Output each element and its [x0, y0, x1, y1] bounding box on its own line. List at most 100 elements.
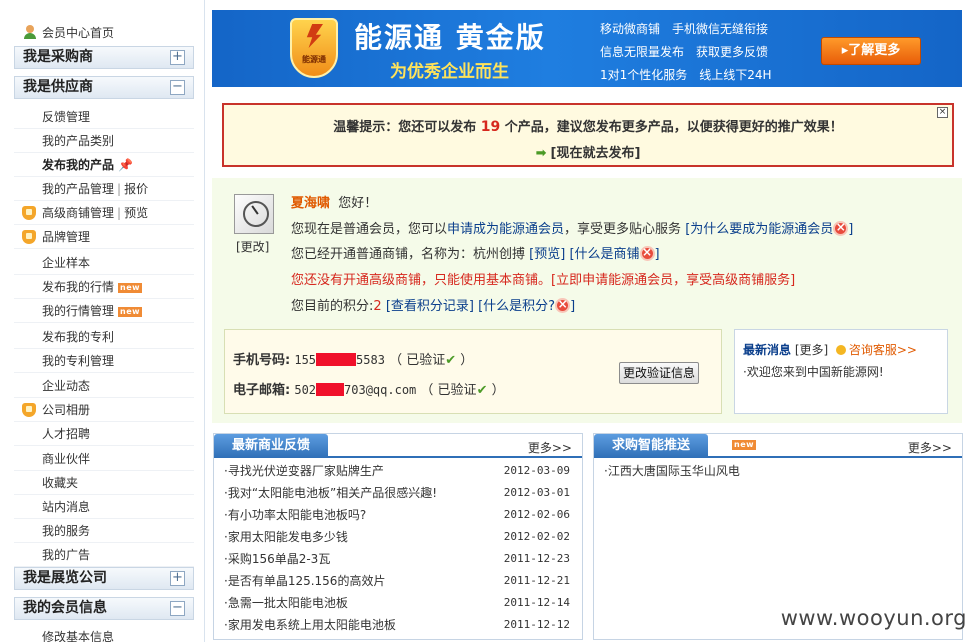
list-item[interactable]: ·我对“太阳能电池板”相关产品很感兴趣! 2012-03-01 [214, 482, 582, 504]
panel-tabbar: 求购智能推送 new 更多>> [594, 434, 962, 458]
close-icon[interactable]: × [937, 107, 948, 118]
contact-verification-box: 手机号码: 155 5583 （ 已验证✔ ） 电子邮箱: 502 703@qq.c… [224, 329, 722, 414]
list-item[interactable]: ·急需一批太阳能电池板 2011-12-14 [214, 592, 582, 614]
gold-edition-banner[interactable]: 能源通 能源通 黄金版 为优秀企业而生 移动微商铺 手机微信无缝衔接 信息无限量… [212, 10, 962, 87]
tab-latest-feedback[interactable]: 最新商业反馈 [214, 434, 329, 458]
products-link[interactable]: 我的产品管理 [42, 182, 114, 196]
sidebar-item-samples[interactable]: 企业样本 [14, 251, 194, 275]
learn-more-button[interactable]: ▸了解更多 [821, 37, 921, 65]
list-item[interactable]: ·有小功率太阳能电池板吗? 2012-02-06 [214, 504, 582, 526]
sidebar-item-label: 站内消息 [42, 500, 91, 514]
apply-member-link[interactable]: 申请成为能源通会员 [447, 222, 564, 237]
check-icon: ✔ [476, 383, 488, 398]
section-supplier[interactable]: 我是供应商 − [14, 76, 194, 99]
sidebar-item-basic-info[interactable]: 修改基本信息 [14, 625, 194, 642]
redaction-mask [316, 353, 357, 366]
list-item-date: 2012-03-09 [503, 464, 570, 477]
list-item-title: ·家用发电系统上用太阳能电池板 [224, 618, 396, 632]
sidebar-item-publish-patent[interactable]: 发布我的专利 [14, 325, 194, 349]
feedback-more-link[interactable]: 更多>> [528, 439, 572, 456]
list-item[interactable]: ·是否有单晶125.156的高效片 2011-12-21 [214, 570, 582, 592]
sidebar-item-company-news[interactable]: 企业动态 [14, 374, 194, 398]
energy-logo-icon [290, 18, 338, 78]
sidebar-item-partners[interactable]: 商业伙伴 [14, 447, 194, 471]
sidebar-item-messages[interactable]: 站内消息 [14, 495, 194, 519]
sidebar-item-publish-market[interactable]: 发布我的行情 new [14, 275, 194, 299]
sidebar-item-my-patent[interactable]: 我的专利管理 [14, 349, 194, 373]
list-item[interactable]: ·寻找光伏逆变器厂家贴牌生产 2012-03-09 [214, 460, 582, 482]
shop-preview-link[interactable]: [预览] [529, 247, 565, 262]
sidebar: 会员中心首页 我是采购商 + 我是供应商 − 反馈管理 我的产品类别 发布我的产… [0, 0, 205, 642]
what-is-shop-link[interactable]: [什么是商铺] [569, 245, 659, 262]
user-name: 夏海啸 [291, 196, 331, 211]
publish-tip-box: 温馨提示：您还可以发布 19 个产品，建议您发布更多产品，以便获得更好的推广效果… [222, 103, 954, 167]
greeting-text: 您好！ [338, 196, 378, 211]
sidebar-item-recruit[interactable]: 人才招聘 [14, 422, 194, 446]
section-supplier-title: 我是供应商 [23, 79, 93, 95]
redaction-mask [316, 383, 345, 396]
list-item-date: 2012-02-06 [503, 508, 570, 521]
collapse-icon[interactable]: − [170, 601, 185, 616]
expand-icon[interactable]: + [170, 50, 185, 65]
sidebar-item-publish-product[interactable]: 发布我的产品 📌 [14, 153, 194, 177]
advanced-shop-link[interactable]: 高级商铺管理 [42, 206, 114, 220]
sidebar-item-label: 我的广告 [42, 548, 91, 562]
points-text: 您目前的积分: [291, 299, 374, 314]
section-buyer[interactable]: 我是采购商 + [14, 46, 194, 69]
sidebar-item-services[interactable]: 我的服务 [14, 519, 194, 543]
membership-tail: ，享受更多贴心服务 [564, 222, 682, 237]
why-member-link[interactable]: [为什么要成为能源通会员] [685, 220, 853, 237]
points-records-link[interactable]: [查看积分记录] [386, 299, 474, 314]
news-item[interactable]: ·欢迎您来到中国新能源网! [743, 363, 884, 380]
sidebar-item-category[interactable]: 我的产品类别 [14, 129, 194, 153]
sidebar-item-label: 发布我的行情 [42, 280, 115, 294]
quote-link[interactable]: 报价 [124, 182, 148, 196]
banner-feature-3: 1对1个性化服务 线上线下24H [600, 68, 772, 82]
list-item[interactable]: ·采购156单晶2-3瓦 2011-12-23 [214, 548, 582, 570]
sidebar-item-brand[interactable]: 品牌管理 [14, 225, 194, 249]
sidebar-item-favorites[interactable]: 收藏夹 [14, 471, 194, 495]
publish-now-link[interactable]: ➡ [现在就去发布] [224, 142, 952, 161]
section-member[interactable]: 我的会员信息 − [14, 597, 194, 620]
customer-service-link[interactable]: 咨询客服>> [849, 343, 917, 357]
sidebar-item-label: 企业样本 [42, 256, 91, 270]
separator: | [117, 206, 122, 220]
news-more-link[interactable]: [更多] [795, 343, 828, 357]
sidebar-item-label: 企业动态 [42, 379, 91, 393]
sidebar-item-advanced-shop: 高级商铺管理 | 预览 [14, 201, 194, 225]
apply-advanced-shop-link[interactable]: [立即申请能源通会员，享受高级商铺服务] [551, 273, 795, 288]
help-icon [639, 245, 655, 261]
news-title: 最新消息 [743, 343, 792, 357]
collapse-icon[interactable]: − [170, 80, 185, 95]
list-item[interactable]: ·家用发电系统上用太阳能电池板 2011-12-12 [214, 614, 582, 636]
section-expo[interactable]: 我是展览公司 + [14, 567, 194, 590]
list-item[interactable]: ·江西大唐国际玉华山风电 [594, 460, 962, 482]
greeting-line: 夏海啸 您好！ [291, 192, 377, 211]
list-item-title: ·急需一批太阳能电池板 [224, 596, 348, 610]
change-avatar-link[interactable]: [更改] [236, 238, 269, 255]
person-icon [22, 24, 38, 40]
sidebar-item-feedback[interactable]: 反馈管理 [14, 105, 194, 129]
watermark: www.wooyun.org [780, 606, 967, 630]
banner-feature-1: 移动微商铺 手机微信无缝衔接 [600, 22, 769, 36]
help-icon [833, 220, 849, 236]
preview-link[interactable]: 预览 [124, 206, 148, 220]
sidebar-item-ads[interactable]: 我的广告 [14, 543, 194, 567]
member-home-link[interactable]: 会员中心首页 [22, 23, 114, 41]
shield-icon [22, 403, 36, 417]
member-home-label: 会员中心首页 [42, 25, 115, 40]
banner-slogan: 为优秀企业而生 [390, 62, 509, 82]
new-badge: new [118, 307, 143, 317]
sidebar-item-my-market[interactable]: 我的行情管理 new [14, 299, 194, 323]
list-item[interactable]: ·家用太阳能发电多少钱 2012-02-02 [214, 526, 582, 548]
list-item-date: 2012-02-02 [503, 530, 570, 543]
change-verification-button[interactable]: 更改验证信息 [619, 362, 699, 384]
section-expo-title: 我是展览公司 [23, 570, 107, 586]
push-more-link[interactable]: 更多>> [908, 439, 952, 456]
expand-icon[interactable]: + [170, 571, 185, 586]
what-is-points-link[interactable]: [什么是积分?] [478, 297, 575, 314]
tab-smart-push[interactable]: 求购智能推送 [594, 434, 709, 458]
sidebar-item-album[interactable]: 公司相册 [14, 398, 194, 422]
points-value: 2 [373, 299, 382, 314]
avatar[interactable] [234, 194, 274, 234]
